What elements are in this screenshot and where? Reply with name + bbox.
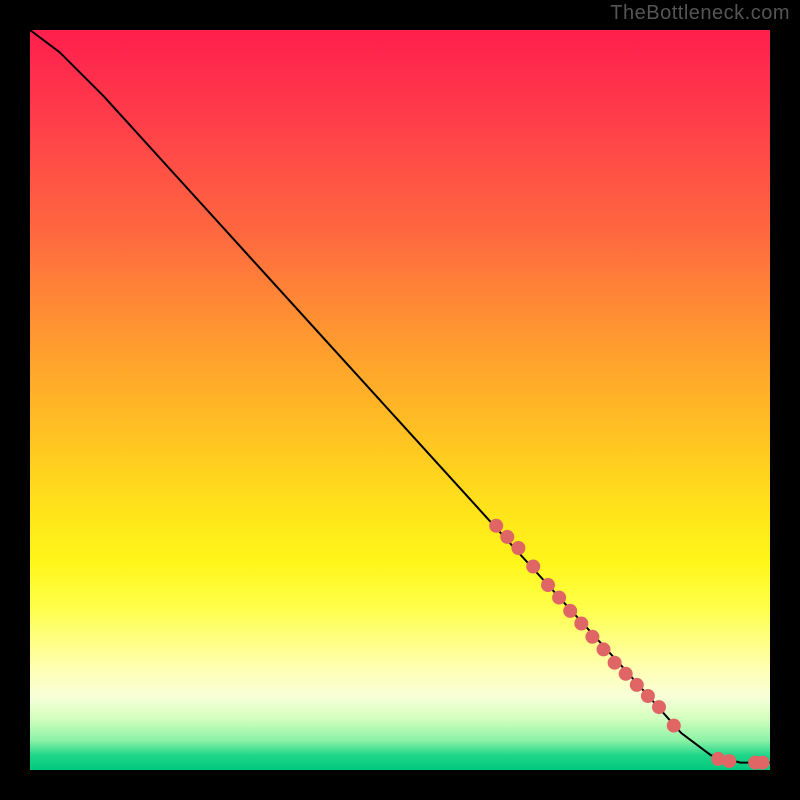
- data-marker: [597, 642, 611, 656]
- data-marker: [489, 519, 503, 533]
- data-marker: [652, 700, 666, 714]
- watermark-text: TheBottleneck.com: [610, 2, 790, 25]
- data-marker: [756, 756, 770, 770]
- data-marker: [552, 591, 566, 605]
- data-marker: [667, 719, 681, 733]
- marker-group: [489, 519, 769, 770]
- data-marker: [574, 617, 588, 631]
- data-marker: [630, 678, 644, 692]
- data-marker: [541, 578, 555, 592]
- data-marker: [608, 656, 622, 670]
- data-marker: [511, 541, 525, 555]
- data-marker: [526, 560, 540, 574]
- data-marker: [585, 630, 599, 644]
- data-marker: [619, 667, 633, 681]
- data-marker: [563, 604, 577, 618]
- plot-area: [30, 30, 770, 770]
- bottleneck-curve: [30, 30, 770, 763]
- data-marker: [722, 754, 736, 768]
- data-marker: [641, 689, 655, 703]
- curve-svg: [30, 30, 770, 770]
- chart-frame: TheBottleneck.com: [0, 0, 800, 800]
- data-marker: [500, 530, 514, 544]
